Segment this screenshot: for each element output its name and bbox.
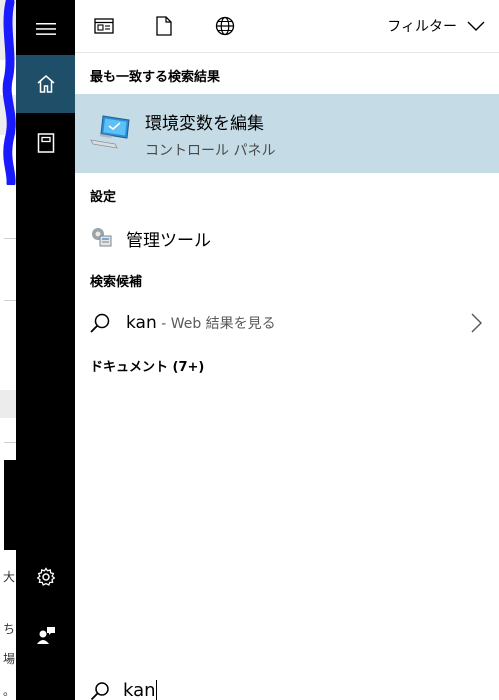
background-char: 。 xyxy=(3,684,16,698)
background-block xyxy=(0,390,16,418)
document-icon xyxy=(156,16,172,36)
web-suggestion-result[interactable]: kan - Web 結果を見る xyxy=(75,304,499,342)
globe-icon xyxy=(215,16,235,36)
start-rail xyxy=(16,0,75,700)
search-icon xyxy=(90,313,110,333)
web-suggestion-query: kan xyxy=(126,313,157,333)
documents-filter-button[interactable] xyxy=(150,12,178,40)
gear-icon xyxy=(36,567,55,586)
feedback-button[interactable] xyxy=(16,606,75,664)
best-match-title: 環境変数を編集 xyxy=(145,114,264,134)
settings-heading: 設定 xyxy=(90,190,117,205)
search-panel: フィルター 最も一致する検索結果 環境変数を編集 コントロール パネル 設定 管… xyxy=(75,0,499,700)
chevron-down-icon xyxy=(467,21,485,31)
documents-heading: ドキュメント (7+) xyxy=(90,360,205,375)
search-suggestions-heading: 検索候補 xyxy=(90,275,143,290)
background-line xyxy=(4,442,16,443)
web-filter-button[interactable] xyxy=(211,12,239,40)
home-button[interactable] xyxy=(16,55,75,113)
web-suggestion-text: kan - Web 結果を見る xyxy=(126,313,276,333)
home-icon xyxy=(37,75,54,93)
settings-button[interactable] xyxy=(16,548,75,606)
feedback-person-icon xyxy=(36,627,55,644)
filter-label: フィルター xyxy=(387,19,457,35)
apps-filter-button[interactable] xyxy=(90,12,118,40)
admin-tools-result[interactable]: 管理ツール xyxy=(75,218,499,256)
apps-filter-icon xyxy=(94,18,114,34)
background-dark-block xyxy=(4,460,16,550)
menu-button[interactable] xyxy=(16,0,75,58)
search-icon xyxy=(90,682,109,700)
marker-scribble xyxy=(2,0,16,185)
background-char: ち xyxy=(3,622,16,636)
notebook-button[interactable] xyxy=(16,114,75,172)
admin-tools-label: 管理ツール xyxy=(126,231,211,251)
admin-tools-icon xyxy=(92,228,112,247)
background-line xyxy=(4,300,16,301)
web-suggestion-suffix: - Web 結果を見る xyxy=(156,316,276,332)
best-match-subtitle: コントロール パネル xyxy=(145,143,276,159)
best-match-result[interactable]: 環境変数を編集 コントロール パネル xyxy=(75,94,499,173)
background-line xyxy=(4,238,16,239)
search-input[interactable] xyxy=(123,679,463,700)
filter-dropdown[interactable]: フィルター xyxy=(387,12,485,40)
hamburger-menu-icon xyxy=(35,23,56,35)
control-panel-computer-icon xyxy=(90,115,130,149)
background-char: 大 xyxy=(3,570,16,584)
filter-toolbar: フィルター xyxy=(75,0,499,53)
text-caret xyxy=(156,680,157,700)
notebook-icon xyxy=(37,133,54,153)
background-char: 場 xyxy=(3,652,16,666)
best-match-heading: 最も一致する検索結果 xyxy=(90,70,221,85)
search-box[interactable] xyxy=(75,668,499,700)
chevron-right-icon xyxy=(471,313,482,333)
